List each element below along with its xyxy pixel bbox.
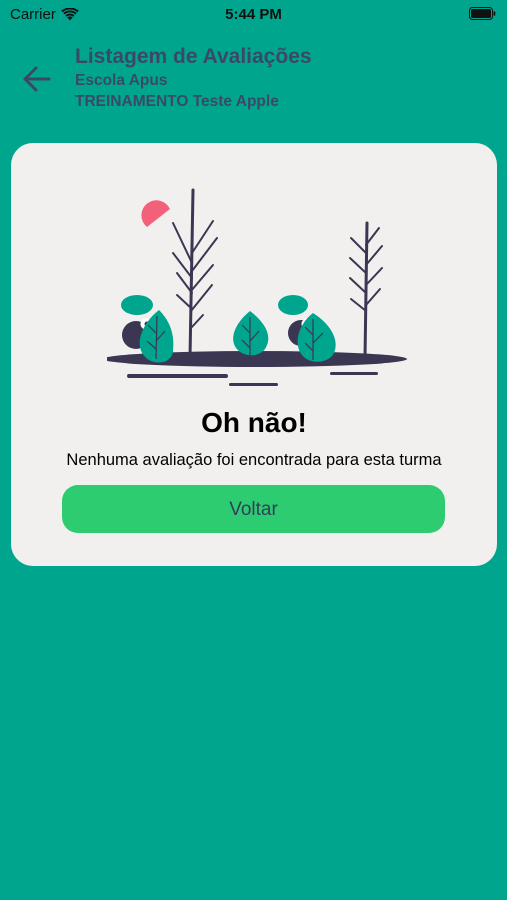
status-time: 5:44 PM bbox=[225, 6, 282, 23]
arrow-left-icon bbox=[23, 66, 51, 92]
empty-state-card: Oh não! Nenhuma avaliação foi encontrada… bbox=[11, 143, 497, 566]
battery-icon bbox=[469, 7, 496, 20]
empty-state-heading: Oh não! bbox=[201, 407, 307, 438]
header: Listagem de Avaliações Escola Apus TREIN… bbox=[0, 40, 507, 120]
empty-state-message: Nenhuma avaliação foi encontrada para es… bbox=[66, 451, 442, 469]
class-name: TREINAMENTO Teste Apple bbox=[75, 93, 279, 110]
status-bar: Carrier 5:44 PM bbox=[0, 0, 507, 28]
voltar-button[interactable]: Voltar bbox=[62, 485, 445, 533]
page-title: Listagem de Avaliações bbox=[75, 45, 312, 68]
header-texts: Listagem de Avaliações Escola Apus TREIN… bbox=[75, 44, 312, 112]
back-button[interactable] bbox=[20, 62, 54, 96]
trees-and-creatures-illustration bbox=[107, 188, 407, 386]
screen: Carrier 5:44 PM Listagem de Avaliações E… bbox=[0, 0, 507, 900]
school-name: Escola Apus bbox=[75, 72, 168, 89]
